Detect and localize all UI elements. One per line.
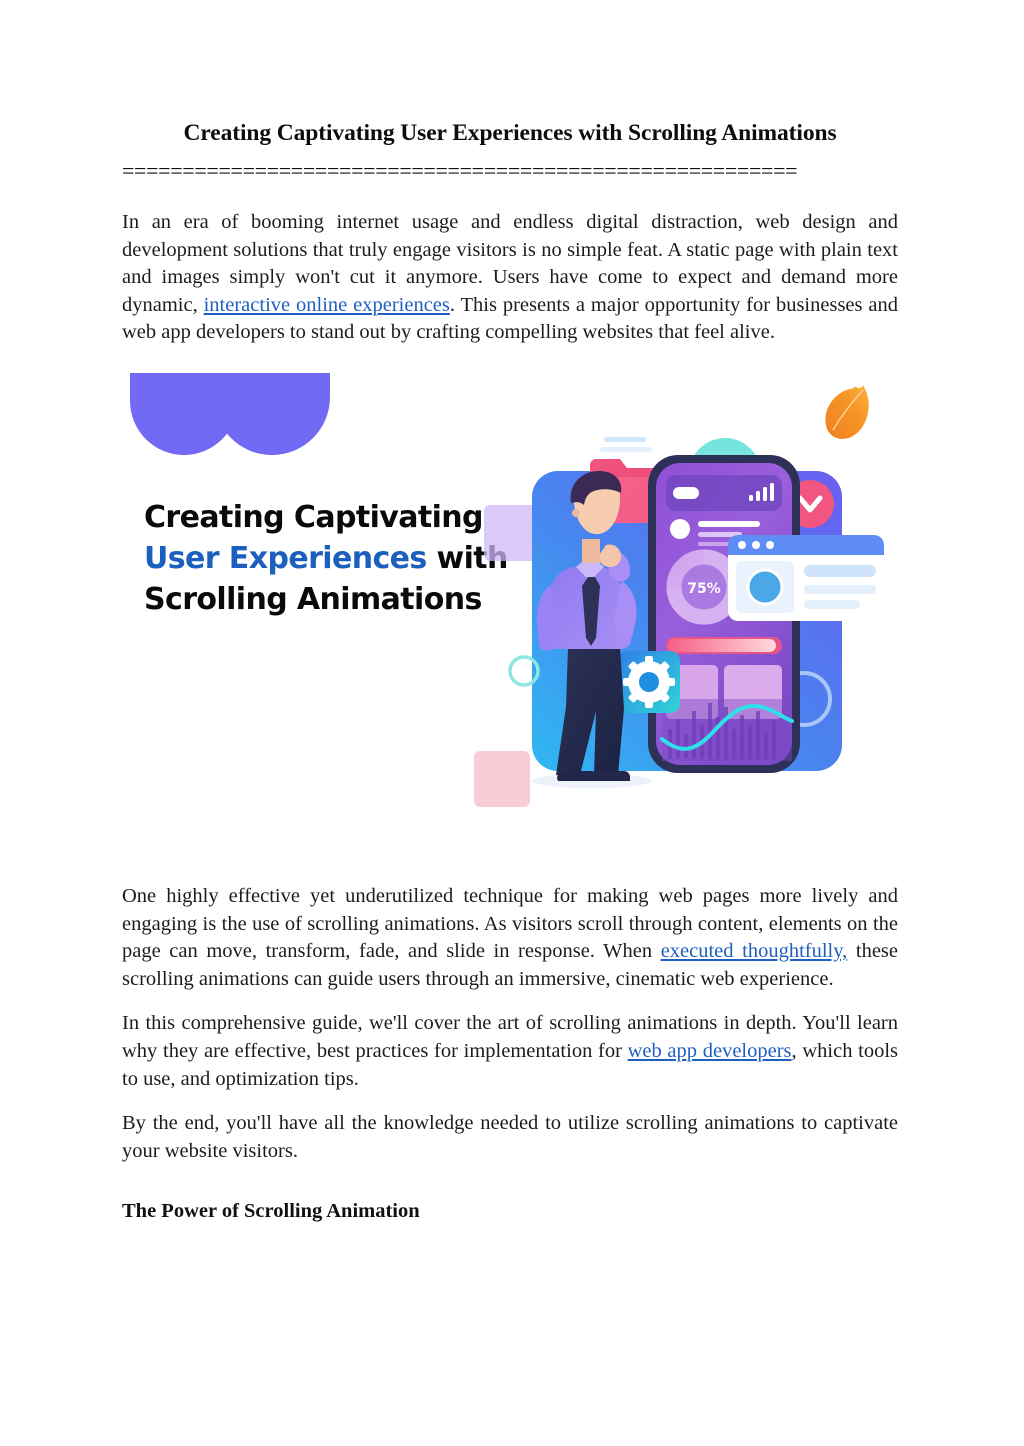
title-divider: ========================================… (122, 160, 798, 183)
donut-chart-label: 75% (687, 581, 721, 597)
decor-square-lilac (484, 504, 540, 561)
link-interactive-online-experiences[interactable]: interactive online experiences (204, 294, 450, 316)
illustration-headline-line1: Creating Captivating (144, 499, 484, 535)
browser-window-card (728, 534, 884, 621)
article-hero-illustration: Creating Captivating User Experiences wi… (122, 368, 898, 859)
paragraph-guide: In this comprehensive guide, we'll cover… (122, 1010, 898, 1093)
illustration-artwork: 75% (472, 399, 892, 849)
illustration-headline: Creating Captivating User Experiences wi… (144, 497, 524, 620)
purple-blob-decoration (130, 372, 330, 455)
link-web-app-developers[interactable]: web app developers (628, 1040, 792, 1062)
phone-bar-chart (660, 698, 794, 761)
illustration-headline-highlight: User Experiences (144, 540, 427, 576)
illustration-headline-line2: User Experiences with (144, 538, 524, 579)
page-title: Creating Captivating User Experiences wi… (183, 120, 837, 146)
section-heading-power-of-scrolling-animation: The Power of Scrolling Animation (122, 1200, 420, 1223)
gear-icon (618, 650, 680, 713)
paragraph-conclusion: By the end, you'll have all the knowledg… (122, 1112, 898, 1162)
illustration-headline-line3: Scrolling Animations (144, 581, 482, 617)
document-page: Creating Captivating User Experiences wi… (0, 0, 1024, 1446)
document-content: Creating Captivating User Experiences wi… (122, 118, 898, 1225)
blob-right-lobe (214, 372, 330, 455)
decor-square-pink (474, 750, 530, 807)
paragraph-intro: In an era of booming internet usage and … (122, 209, 898, 347)
link-executed-thoughtfully[interactable]: executed thoughtfully, (661, 940, 848, 962)
paragraph-technique: One highly effective yet underutilized t… (122, 883, 898, 993)
